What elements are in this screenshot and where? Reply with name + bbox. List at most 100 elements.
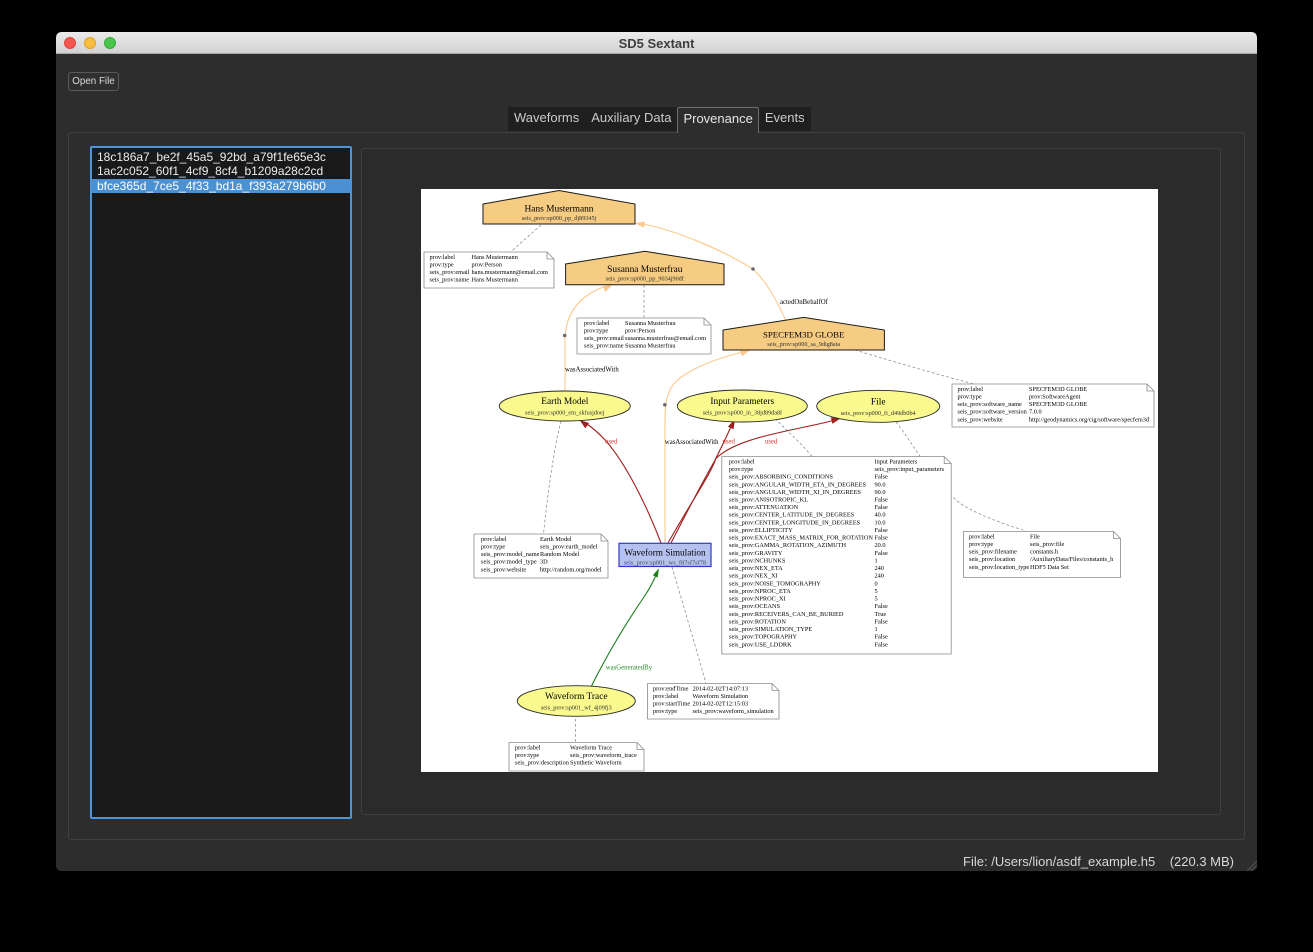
svg-text:wasAssociatedWith: wasAssociatedWith [665, 439, 719, 446]
svg-text:0: 0 [875, 580, 878, 587]
svg-text:False: False [875, 641, 888, 648]
svg-text:True: True [875, 611, 887, 618]
svg-text:prov:type: prov:type [515, 752, 539, 759]
svg-text:False: False [875, 603, 888, 610]
svg-text:seis_prov:ANGULAR_WIDTH_XI_IN_: seis_prov:ANGULAR_WIDTH_XI_IN_DEGREES [729, 489, 861, 496]
svg-text:False: False [875, 550, 888, 557]
svg-text:seis_prov:NCHUNKS: seis_prov:NCHUNKS [729, 558, 786, 565]
svg-text:seis_prov:NPROC_XI: seis_prov:NPROC_XI [729, 596, 786, 603]
svg-text:seis_prov:ROTATION: seis_prov:ROTATION [729, 618, 786, 625]
svg-text:Random Model: Random Model [540, 551, 580, 558]
svg-text:seis_prov:website: seis_prov:website [958, 416, 1003, 423]
svg-text:seis_prov:sp001_ws_f87sf7sf78: seis_prov:sp001_ws_f87sf7sf78 [624, 560, 706, 567]
svg-text:seis_prov:model_type: seis_prov:model_type [481, 559, 537, 566]
svg-text:prov:type: prov:type [729, 466, 753, 473]
svg-text:seis_prov:waveform_simulation: seis_prov:waveform_simulation [693, 708, 775, 715]
svg-text:HDF5 Data Set: HDF5 Data Set [1030, 564, 1069, 571]
svg-text:90.0: 90.0 [875, 481, 886, 488]
svg-text:Susanna Musterfrau: Susanna Musterfrau [625, 343, 676, 350]
svg-text:seis_prov:NOISE_TOMOGRAPHY: seis_prov:NOISE_TOMOGRAPHY [729, 580, 821, 587]
svg-text:prov:SoftwareAgent: prov:SoftwareAgent [1029, 393, 1081, 400]
svg-text:seis_prov:description: seis_prov:description [515, 760, 570, 767]
svg-text:seis_prov:ANGULAR_WIDTH_ETA_IN: seis_prov:ANGULAR_WIDTH_ETA_IN_DEGREES [729, 481, 866, 488]
svg-text:Hans Mustermann: Hans Mustermann [472, 277, 519, 284]
svg-text:seis_prov:sp001_wf_4j09fj3: seis_prov:sp001_wf_4j09fj3 [541, 705, 612, 712]
svg-text:seis_prov:GAMMA_ROTATION_AZIMU: seis_prov:GAMMA_ROTATION_AZIMUTH [729, 542, 846, 549]
svg-text:seis_prov:RECEIVERS_CAN_BE_BUR: seis_prov:RECEIVERS_CAN_BE_BURIED [729, 611, 844, 618]
svg-text:File: File [1030, 533, 1040, 540]
svg-text:Hans Mustermann: Hans Mustermann [472, 254, 519, 261]
svg-text:seis_prov:NEX_XI: seis_prov:NEX_XI [729, 573, 778, 580]
svg-text:constants.h: constants.h [1030, 549, 1059, 556]
svg-text:1: 1 [875, 558, 878, 565]
svg-text:1: 1 [875, 626, 878, 633]
svg-text:actedOnBehalfOf: actedOnBehalfOf [780, 299, 829, 306]
svg-text:5: 5 [875, 596, 878, 603]
svg-text:seis_prov:email: seis_prov:email [584, 335, 624, 342]
svg-text:seis_prov:sp000_pp_dj89345j: seis_prov:sp000_pp_dj89345j [522, 215, 597, 222]
svg-text:seis_prov:NEX_ETA: seis_prov:NEX_ETA [729, 565, 783, 572]
svg-text:prov:label: prov:label [584, 320, 610, 327]
svg-text:prov:Person: prov:Person [472, 261, 503, 268]
svg-text:Susanna Musterfrau: Susanna Musterfrau [625, 320, 676, 327]
svg-text:seis_prov:CENTER_LATITUDE_IN_D: seis_prov:CENTER_LATITUDE_IN_DEGREES [729, 512, 855, 519]
svg-text:seis_prov:EXACT_MASS_MATRIX_FO: seis_prov:EXACT_MASS_MATRIX_FOR_ROTATION [729, 535, 873, 542]
svg-text:prov:Person: prov:Person [625, 327, 656, 334]
svg-text:Waveform Trace: Waveform Trace [570, 744, 612, 751]
svg-text:Input Parameters: Input Parameters [710, 397, 774, 407]
svg-text:SPECFEM3D GLOBE: SPECFEM3D GLOBE [1029, 401, 1087, 408]
svg-text:seis_prov:OCEANS: seis_prov:OCEANS [729, 603, 781, 610]
svg-text:seis_prov:location_type: seis_prov:location_type [969, 564, 1029, 571]
svg-text:seis_prov:sp000_fi_d49db0b4: seis_prov:sp000_fi_d49db0b4 [841, 410, 916, 417]
svg-text:prov:label: prov:label [958, 386, 984, 393]
svg-text:2014-02-02T14:07:13: 2014-02-02T14:07:13 [693, 685, 749, 692]
svg-text:seis_prov:USE_LDDRK: seis_prov:USE_LDDRK [729, 641, 792, 648]
svg-text:hans.mustermann@email.com: hans.mustermann@email.com [472, 269, 549, 276]
svg-text:Earth Model: Earth Model [540, 536, 572, 543]
svg-text:SPECFEM3D GLOBE: SPECFEM3D GLOBE [763, 330, 844, 340]
svg-text:20.0: 20.0 [875, 542, 886, 549]
svg-text:10.0: 10.0 [875, 519, 886, 526]
svg-text:prov:type: prov:type [584, 327, 608, 334]
svg-text:prov:startTime: prov:startTime [653, 701, 690, 708]
svg-text:seis_prov:CENTER_LONGITUDE_IN_: seis_prov:CENTER_LONGITUDE_IN_DEGREES [729, 519, 861, 526]
svg-text:http://random.org/model: http://random.org/model [540, 566, 602, 573]
svg-text:seis_prov:GRAVITY: seis_prov:GRAVITY [729, 550, 783, 557]
svg-text:2014-02-02T12:15:03: 2014-02-02T12:15:03 [693, 701, 749, 708]
svg-text:seis_prov:sp000_pp_9034j90df: seis_prov:sp000_pp_9034j90df [606, 275, 685, 282]
svg-text:seis_prov:ANISOTROPIC_KL: seis_prov:ANISOTROPIC_KL [729, 497, 808, 504]
svg-text:seis_prov:email: seis_prov:email [430, 269, 470, 276]
svg-text:seis_prov:ELLIPTICITY: seis_prov:ELLIPTICITY [729, 527, 793, 534]
svg-text:SPECFEM3D GLOBE: SPECFEM3D GLOBE [1029, 386, 1087, 393]
svg-text:seis_prov:sp000_sa_9dig8ata: seis_prov:sp000_sa_9dig8ata [767, 341, 840, 348]
svg-text:Waveform Simulation: Waveform Simulation [693, 693, 749, 700]
svg-text:False: False [875, 474, 888, 481]
svg-text:seis_prov:location: seis_prov:location [969, 556, 1016, 563]
svg-text:90.0: 90.0 [875, 489, 886, 496]
svg-text:40.0: 40.0 [875, 512, 886, 519]
svg-text:seis_prov:ATTENUATION: seis_prov:ATTENUATION [729, 504, 799, 511]
svg-text:Susanna Musterfrau: Susanna Musterfrau [607, 264, 683, 275]
svg-text:seis_prov:model_name: seis_prov:model_name [481, 551, 540, 558]
svg-text:Waveform Simulation: Waveform Simulation [624, 548, 706, 558]
svg-text:prov:endTime: prov:endTime [653, 685, 689, 692]
svg-text:used: used [605, 439, 618, 446]
svg-text:prov:label: prov:label [969, 533, 995, 540]
svg-text:seis_prov:TOPOGRAPHY: seis_prov:TOPOGRAPHY [729, 634, 798, 641]
svg-text:seis_prov:SIMULATION_TYPE: seis_prov:SIMULATION_TYPE [729, 626, 812, 633]
svg-text:seis_prov:name: seis_prov:name [430, 277, 470, 284]
svg-text:prov:type: prov:type [653, 708, 677, 715]
svg-text:prov:label: prov:label [481, 536, 507, 543]
svg-text:5: 5 [875, 588, 878, 595]
svg-text:/AuxiliaryData/Files/constants: /AuxiliaryData/Files/constants_h [1030, 556, 1114, 563]
svg-text:seis_prov:sp000_in_38jd89da8l: seis_prov:sp000_in_38jd89da8l [703, 410, 782, 417]
svg-text:Input Parameters: Input Parameters [875, 458, 918, 465]
svg-text:wasGeneratedBy: wasGeneratedBy [606, 665, 653, 672]
svg-text:used: used [723, 439, 736, 446]
svg-text:3D: 3D [540, 559, 548, 566]
svg-text:Earth Model: Earth Model [541, 397, 589, 407]
svg-text:seis_prov:input_parameters: seis_prov:input_parameters [875, 466, 945, 473]
svg-text:seis_prov:name: seis_prov:name [584, 343, 624, 350]
svg-text:240: 240 [875, 573, 884, 580]
svg-text:seis_prov:NPROC_ETA: seis_prov:NPROC_ETA [729, 588, 791, 595]
